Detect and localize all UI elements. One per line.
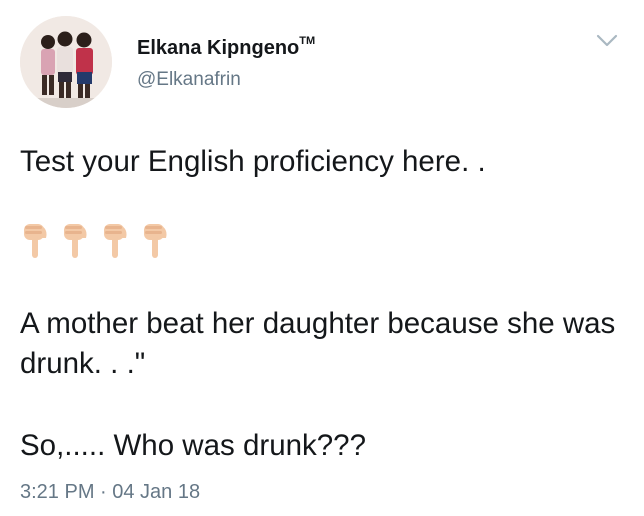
pointing-down-emoji-icon <box>64 224 87 258</box>
pointing-down-emoji-icon <box>104 224 127 258</box>
display-name[interactable]: Elkana KipngenoTM <box>137 35 316 60</box>
tweet-line-intro: Test your English proficiency here. . <box>20 145 486 178</box>
display-name-text: Elkana Kipngeno <box>137 37 300 59</box>
pointing-down-emoji-icon <box>24 224 47 258</box>
user-handle[interactable]: @Elkanafrin <box>137 69 241 91</box>
trademark-badge: TM <box>299 35 316 48</box>
pointing-down-emoji-icon <box>144 224 167 258</box>
avatar[interactable] <box>20 16 112 108</box>
tweet-card: Elkana KipngenoTM @Elkanafrin Test your … <box>0 0 644 516</box>
tweet-line-question: So,..... Who was drunk??? <box>20 429 366 462</box>
tweet-timestamp[interactable]: 3:21 PM · 04 Jan 18 <box>20 481 200 504</box>
chevron-down-icon[interactable] <box>596 34 618 48</box>
emoji-row <box>20 220 170 264</box>
tweet-line-riddle: A mother beat her daughter because she w… <box>20 307 616 380</box>
